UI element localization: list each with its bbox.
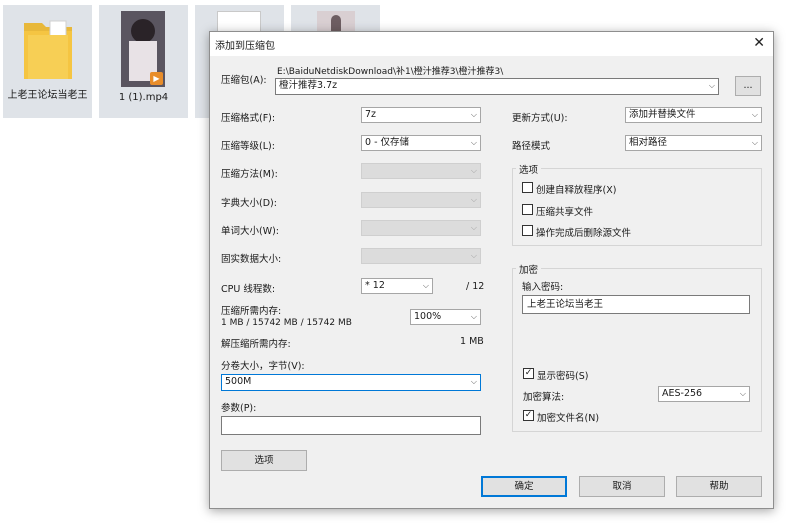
format-select[interactable]: 7z ⌵ <box>361 107 481 123</box>
solid-size-select[interactable]: ⌵ <box>361 248 481 264</box>
encryption-method-select[interactable]: AES-256 ⌵ <box>658 386 750 402</box>
path-mode-label: 路径模式 <box>512 141 551 152</box>
cancel-button[interactable]: 取消 <box>579 476 665 497</box>
dict-size-select[interactable]: ⌵ <box>361 192 481 208</box>
options-button[interactable]: 选项 <box>221 450 307 471</box>
dialog-title: 添加到压缩包 <box>215 41 275 52</box>
volume-size-label: 分卷大小，字节(V): <box>221 361 305 372</box>
chevron-down-icon: ⌵ <box>470 110 477 119</box>
password-label: 输入密码: <box>522 282 564 293</box>
path-mode-select[interactable]: 相对路径 ⌵ <box>625 135 762 151</box>
dict-size-label: 字典大小(D): <box>221 198 277 209</box>
sfx-label: 创建自释放程序(X) <box>536 185 617 196</box>
shared-files-checkbox[interactable] <box>522 204 533 215</box>
chevron-down-icon: ⌵ <box>470 195 477 204</box>
compress-mem-percent-value: 100% <box>414 311 442 322</box>
close-icon[interactable]: ✕ <box>753 35 765 51</box>
shared-files-label: 压缩共享文件 <box>536 207 594 218</box>
encrypt-names-label: 加密文件名(N) <box>537 413 600 424</box>
encryption-group-title: 加密 <box>516 262 542 276</box>
chevron-down-icon: ⌵ <box>470 166 477 175</box>
chevron-down-icon: ⌵ <box>422 281 429 290</box>
dialog-titlebar: 添加到压缩包 ✕ <box>210 32 773 56</box>
update-mode-select[interactable]: 添加并替换文件 ⌵ <box>625 107 762 123</box>
desktop-file-folder[interactable]: 上老王论坛当老王 <box>3 5 92 118</box>
play-badge-icon: ▶ <box>150 72 163 85</box>
method-select[interactable]: ⌵ <box>361 163 481 179</box>
method-label: 压缩方法(M): <box>221 169 278 180</box>
decompress-mem-label: 解压缩所需内存: <box>221 339 291 350</box>
decompress-mem-value: 1 MB <box>460 336 484 347</box>
chevron-down-icon: ⌵ <box>739 389 746 398</box>
desktop-file-video[interactable]: ▶ 1 (1).mp4 <box>99 5 188 118</box>
sfx-checkbox[interactable] <box>522 182 533 193</box>
help-button[interactable]: 帮助 <box>676 476 762 497</box>
add-to-archive-dialog: 添加到压缩包 ✕ 压缩包(A): E:\BaiduNetdiskDownload… <box>209 31 774 509</box>
chevron-down-icon: ⌵ <box>470 251 477 260</box>
encryption-method-value: AES-256 <box>662 388 703 399</box>
path-mode-value: 相对路径 <box>629 137 668 148</box>
archive-label: 压缩包(A): <box>221 75 267 86</box>
video-thumbnail: ▶ <box>121 11 165 87</box>
desktop-file-label: 1 (1).mp4 <box>118 92 169 103</box>
level-select[interactable]: 0 - 仅存储 ⌵ <box>361 135 481 151</box>
level-value: 0 - 仅存储 <box>365 137 410 148</box>
archive-name-value: 橙汁推荐3.7z <box>279 80 338 91</box>
format-value: 7z <box>365 109 377 120</box>
update-mode-value: 添加并替换文件 <box>629 109 696 120</box>
solid-size-label: 固实数据大小: <box>221 254 282 265</box>
chevron-down-icon: ⌵ <box>470 377 477 386</box>
params-input[interactable] <box>221 416 481 435</box>
archive-name-combobox[interactable]: 橙汁推荐3.7z ⌵ <box>275 78 719 95</box>
show-password-label: 显示密码(S) <box>537 371 589 382</box>
level-label: 压缩等级(L): <box>221 141 275 152</box>
cpu-threads-select[interactable]: * 12 ⌵ <box>361 278 433 294</box>
chevron-down-icon: ⌵ <box>470 223 477 232</box>
chevron-down-icon: ⌵ <box>470 138 477 147</box>
chevron-down-icon: ⌵ <box>751 110 758 119</box>
params-label: 参数(P): <box>221 403 257 414</box>
cpu-threads-max: / 12 <box>466 281 485 292</box>
update-mode-label: 更新方式(U): <box>512 113 568 124</box>
desktop-file-label: 上老王论坛当老王 <box>7 90 88 101</box>
options-group-title: 选项 <box>516 162 542 176</box>
format-label: 压缩格式(F): <box>221 113 276 124</box>
encryption-method-label: 加密算法: <box>523 392 565 403</box>
cpu-threads-label: CPU 线程数: <box>221 284 276 295</box>
word-size-label: 单词大小(W): <box>221 226 280 237</box>
archive-path: E:\BaiduNetdiskDownload\补1\橙汁推荐3\橙汁推荐3\ <box>277 67 504 77</box>
show-password-checkbox[interactable]: ✓ <box>523 368 534 379</box>
chevron-down-icon: ⌵ <box>708 81 715 90</box>
folder-icon <box>24 20 72 79</box>
cpu-threads-value: * 12 <box>365 280 385 291</box>
compress-mem-label: 压缩所需内存: <box>221 306 282 317</box>
chevron-down-icon: ⌵ <box>470 312 477 321</box>
delete-after-checkbox[interactable] <box>522 225 533 236</box>
word-size-select[interactable]: ⌵ <box>361 220 481 236</box>
chevron-down-icon: ⌵ <box>751 138 758 147</box>
delete-after-label: 操作完成后删除源文件 <box>536 228 632 239</box>
ok-button[interactable]: 确定 <box>481 476 567 497</box>
compress-mem-percent-select[interactable]: 100% ⌵ <box>410 309 481 325</box>
browse-button[interactable]: ... <box>735 76 761 96</box>
image-thumbnail <box>317 11 355 33</box>
volume-size-combobox[interactable]: 500M ⌵ <box>221 374 481 391</box>
volume-size-value: 500M <box>225 376 252 387</box>
password-input[interactable]: 上老王论坛当老王 <box>522 295 750 314</box>
compress-mem-detail: 1 MB / 15742 MB / 15742 MB <box>221 318 352 328</box>
encrypt-names-checkbox[interactable]: ✓ <box>523 410 534 421</box>
